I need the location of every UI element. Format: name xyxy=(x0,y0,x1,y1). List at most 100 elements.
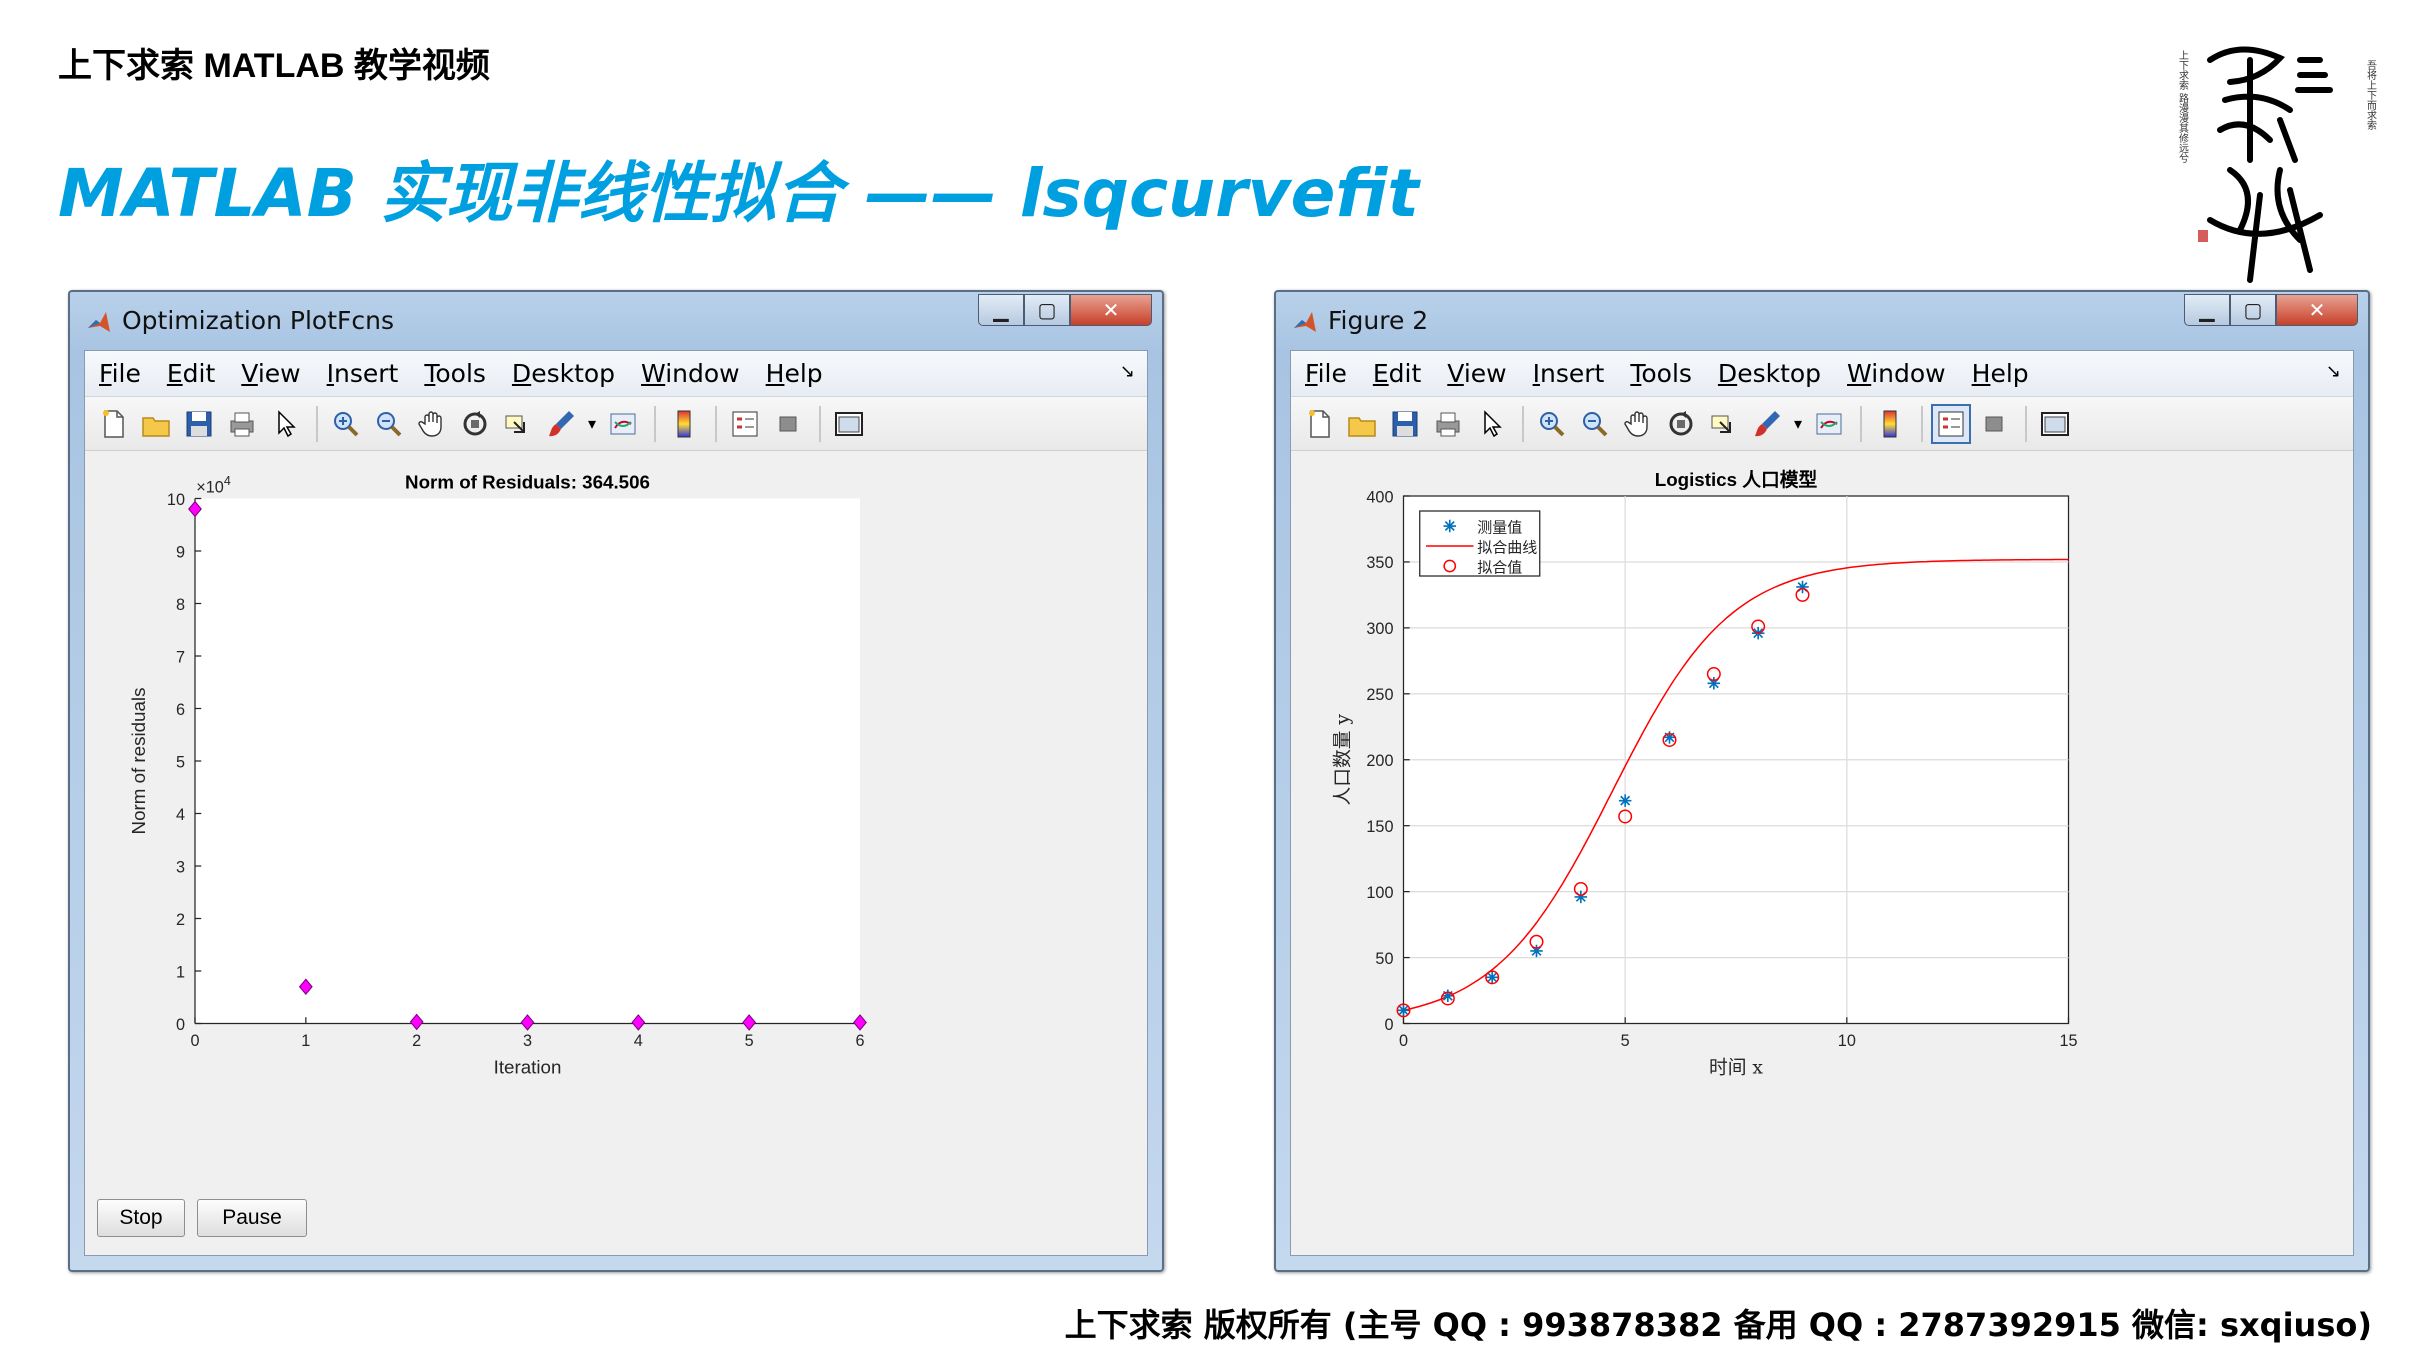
menu-help[interactable]: Help xyxy=(766,359,823,388)
y-tick-label: 10 xyxy=(167,491,185,509)
y-tick-label: 300 xyxy=(1366,620,1393,638)
pan-hand-tool[interactable] xyxy=(1618,404,1658,444)
menu-desktop[interactable]: Desktop xyxy=(1718,359,1821,388)
print-tool[interactable] xyxy=(222,404,262,444)
link-icon xyxy=(610,413,636,434)
new-file-tool[interactable] xyxy=(93,404,133,444)
colorbar-tool[interactable] xyxy=(664,404,704,444)
pan-hand-tool[interactable] xyxy=(412,404,452,444)
rotate-tool[interactable] xyxy=(455,404,495,444)
y-axis-label: 人口数量 y xyxy=(1332,714,1354,806)
brush-dropdown-arrow[interactable]: ▾ xyxy=(1790,404,1806,444)
zoom-out-tool[interactable] xyxy=(1575,404,1615,444)
y-tick-label: 3 xyxy=(176,858,185,876)
data-cursor-tool[interactable] xyxy=(1704,404,1744,444)
new-file-tool[interactable] xyxy=(1299,404,1339,444)
menu-edit[interactable]: Edit xyxy=(167,359,215,388)
y-tick-label: 50 xyxy=(1375,950,1393,968)
x-tick-label: 1 xyxy=(301,1032,310,1050)
menu-desktop[interactable]: Desktop xyxy=(512,359,615,388)
pause-button[interactable]: Pause xyxy=(197,1199,307,1237)
legend-tool[interactable] xyxy=(725,404,765,444)
menu-view[interactable]: View xyxy=(1447,359,1506,388)
x-tick-label: 0 xyxy=(1399,1032,1408,1050)
minimize-button[interactable]: ▁ xyxy=(2184,294,2230,326)
open-folder-tool[interactable] xyxy=(136,404,176,444)
logistics-chart[interactable]: 0 5 10 15050100150200250300350400Logistics … xyxy=(1291,451,2357,1259)
pointer-tool[interactable] xyxy=(265,404,305,444)
zoom-out-icon xyxy=(1583,411,1608,436)
y-exponent-base: ×10 xyxy=(196,478,224,496)
menu-file[interactable]: File xyxy=(1305,359,1347,388)
window-title: Figure 2 xyxy=(1328,306,1429,335)
brush-tool[interactable] xyxy=(1747,404,1787,444)
x-tick-label: 15 xyxy=(2059,1032,2077,1050)
x-tick-label: 10 xyxy=(1838,1032,1856,1050)
pan-hand-icon xyxy=(1624,410,1648,437)
titlebar[interactable]: Figure 2 ▁ ▢ ✕ xyxy=(1276,292,2368,350)
legend[interactable]: 测量值拟合曲线拟合值 xyxy=(1419,510,1541,577)
matlab-logo-icon xyxy=(1294,312,1316,332)
menu-view[interactable]: View xyxy=(241,359,300,388)
x-tick-label: 4 xyxy=(634,1032,643,1050)
hide-tools-tool[interactable] xyxy=(1974,404,2014,444)
dock-tool[interactable] xyxy=(829,404,869,444)
menu-insert[interactable]: Insert xyxy=(1533,359,1605,388)
toolbar-separator xyxy=(654,405,656,442)
zoom-in-tool[interactable] xyxy=(326,404,366,444)
print-tool[interactable] xyxy=(1428,404,1468,444)
hide-tools-tool[interactable] xyxy=(768,404,808,444)
menu-window[interactable]: Window xyxy=(1847,359,1946,388)
maximize-button[interactable]: ▢ xyxy=(1024,294,1070,326)
titlebar[interactable]: Optimization PlotFcns ▁ ▢ ✕ xyxy=(70,292,1162,350)
brush-tool[interactable] xyxy=(541,404,581,444)
colorbar-tool[interactable] xyxy=(1870,404,1910,444)
toolbar-separator xyxy=(316,405,318,442)
minimize-icon: ▁ xyxy=(2199,298,2215,322)
legend-tool[interactable] xyxy=(1931,403,1971,444)
menu-window[interactable]: Window xyxy=(641,359,740,388)
close-icon: ✕ xyxy=(1102,298,1120,322)
menu-tools[interactable]: Tools xyxy=(1630,359,1692,388)
seal-side-text-right: 吾将上下而求索 xyxy=(2365,60,2377,130)
y-tick-label: 6 xyxy=(176,701,185,719)
y-tick-label: 0 xyxy=(176,1016,185,1034)
menubar-dock-arrow-icon[interactable]: ↘ xyxy=(2326,361,2341,382)
pointer-tool[interactable] xyxy=(1471,404,1511,444)
menubar-dock-arrow-icon[interactable]: ↘ xyxy=(1120,361,1135,382)
zoom-in-tool[interactable] xyxy=(1532,404,1572,444)
link-tool[interactable] xyxy=(1809,404,1849,444)
data-cursor-tool[interactable] xyxy=(498,404,538,444)
save-tool[interactable] xyxy=(1385,404,1425,444)
save-tool[interactable] xyxy=(179,404,219,444)
menu-help[interactable]: Help xyxy=(1972,359,2029,388)
menu-file[interactable]: File xyxy=(99,359,141,388)
close-button[interactable]: ✕ xyxy=(2276,294,2358,326)
close-button[interactable]: ✕ xyxy=(1070,294,1152,326)
maximize-button[interactable]: ▢ xyxy=(2230,294,2276,326)
matlab-logo-icon xyxy=(88,312,110,332)
toolbar-separator xyxy=(2025,405,2027,442)
figure-2-window[interactable]: Figure 2 ▁ ▢ ✕ File Edit View Insert Too… xyxy=(1274,290,2370,1272)
x-tick-label: 5 xyxy=(1621,1032,1630,1050)
zoom-out-tool[interactable] xyxy=(369,404,409,444)
toolbar-separator xyxy=(715,405,717,442)
dock-tool[interactable] xyxy=(2035,404,2075,444)
rotate-icon xyxy=(1669,410,1693,435)
menu-edit[interactable]: Edit xyxy=(1373,359,1421,388)
brush-dropdown-arrow[interactable]: ▾ xyxy=(584,404,600,444)
optimization-plotfcns-window[interactable]: Optimization PlotFcns ▁ ▢ ✕ File Edit Vi… xyxy=(68,290,1164,1272)
menu-tools[interactable]: Tools xyxy=(424,359,486,388)
stop-button[interactable]: Stop xyxy=(97,1199,185,1237)
residuals-chart[interactable]: 0 1 2 3 4 5 6012345678910×104 Norm of Residuals… xyxy=(85,451,1151,1259)
open-folder-tool[interactable] xyxy=(1342,404,1382,444)
rotate-tool[interactable] xyxy=(1661,404,1701,444)
menu-insert[interactable]: Insert xyxy=(327,359,399,388)
toolbar-separator xyxy=(1522,405,1524,442)
slide-title: MATLAB 实现非线性拟合 —— lsqcurvefit xyxy=(58,155,1419,232)
toolbar-separator xyxy=(819,405,821,442)
minimize-button[interactable]: ▁ xyxy=(978,294,1024,326)
y-tick-label: 4 xyxy=(176,806,185,824)
hide-tools-icon xyxy=(779,416,797,431)
link-tool[interactable] xyxy=(603,404,643,444)
